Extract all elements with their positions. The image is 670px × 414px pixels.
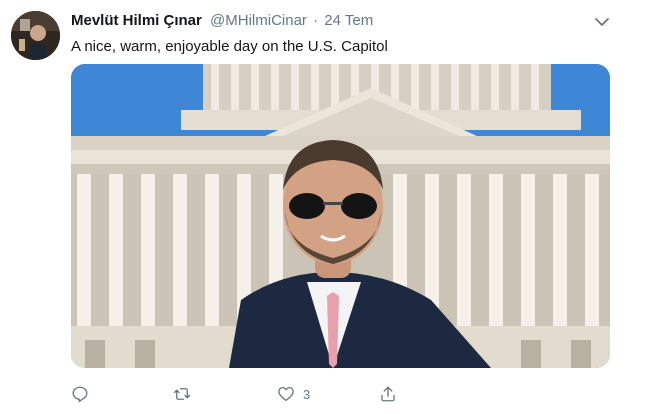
like-button[interactable]: 3 <box>277 384 310 404</box>
separator-dot: · <box>313 12 319 29</box>
retweet-icon <box>173 388 191 400</box>
tweet-date[interactable]: 24 Tem <box>324 12 373 29</box>
share-button[interactable] <box>379 384 405 404</box>
tweet-text: A nice, warm, enjoyable day on the U.S. … <box>71 38 388 55</box>
retweet-button[interactable] <box>173 384 199 404</box>
tweet-photo[interactable] <box>71 64 610 368</box>
tweet-actions: 3 <box>71 384 611 404</box>
author-display-name[interactable]: Mevlüt Hilmi Çınar <box>71 12 202 29</box>
chevron-down-icon[interactable] <box>592 12 612 32</box>
like-count: 3 <box>303 386 311 402</box>
share-icon <box>381 386 395 402</box>
tweet-card[interactable]: Mevlüt Hilmi Çınar @MHilmiCinar · 24 Tem… <box>0 0 670 414</box>
tweet-header: Mevlüt Hilmi Çınar @MHilmiCinar · 24 Tem <box>71 12 373 32</box>
reply-icon <box>72 386 88 403</box>
author-handle[interactable]: @MHilmiCinar <box>210 12 307 29</box>
heart-icon <box>278 386 294 402</box>
reply-button[interactable] <box>71 384 97 404</box>
avatar[interactable] <box>11 11 60 60</box>
